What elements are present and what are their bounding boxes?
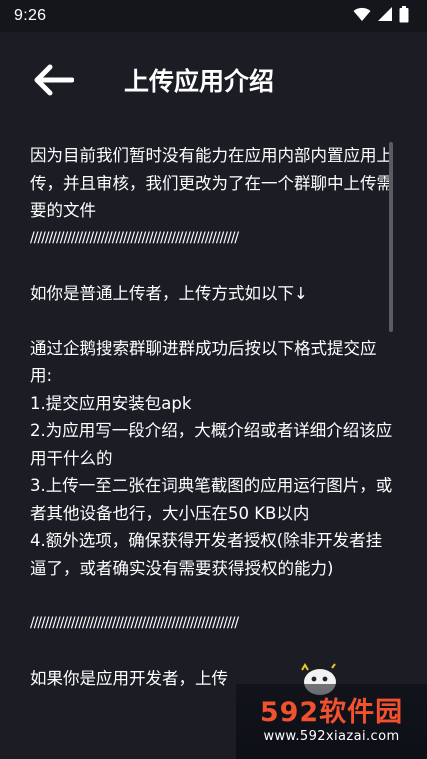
intro-paragraph: 因为目前我们暂时没有能力在应用内部内置应用上传，并且审核，我们更改为了在一个群聊… xyxy=(30,146,393,220)
back-button[interactable] xyxy=(30,62,76,102)
wifi-icon xyxy=(353,6,371,26)
page-title: 上传应用介绍 xyxy=(124,67,275,96)
signal-icon xyxy=(377,6,393,26)
status-time: 9:26 xyxy=(14,7,47,24)
step-item-3: 3.上传一至二张在词典笔截图的应用运行图片，或者其他设备也行，大小压在50 KB… xyxy=(30,476,393,523)
arrow-left-icon xyxy=(32,63,75,101)
watermark-logo: 592软件园 xyxy=(259,696,404,728)
step-item-4: 4.额外选项，确保获得开发者授权(除非开发者挂逼了，或者确实没有需要获得授权的能… xyxy=(30,531,383,578)
watermark: 592软件园 www.592xiazai.com xyxy=(236,684,427,759)
battery-icon xyxy=(399,5,409,27)
steps-intro: 通过企鹅搜索群聊进群成功后按以下格式提交应用: xyxy=(30,338,377,386)
step-item-2: 2.为应用写一段介绍，大概介绍或者详细介绍该应用干什么的 xyxy=(30,421,393,468)
app-screen: 9:26 上传应用介绍 因为目前我们暂时没有能力在应用内部内置应用上传，并且审核… xyxy=(0,0,427,759)
status-icons xyxy=(353,5,409,27)
watermark-url: www.592xiazai.com xyxy=(263,728,400,744)
normal-uploader-paragraph: 如你是普通上传者，上传方式如以下↓ xyxy=(30,283,308,303)
separator-line: ////////////////////////////////////////… xyxy=(30,614,239,631)
toolbar: 上传应用介绍 xyxy=(0,32,427,132)
scrollbar[interactable] xyxy=(389,142,393,332)
step-item-1: 1.提交应用安装包apk xyxy=(30,393,192,413)
separator-line: ////////////////////////////////////////… xyxy=(30,229,239,246)
status-bar: 9:26 xyxy=(0,0,427,32)
intro-content: 因为目前我们暂时没有能力在应用内部内置应用上传，并且审核，我们更改为了在一个群聊… xyxy=(30,142,396,759)
